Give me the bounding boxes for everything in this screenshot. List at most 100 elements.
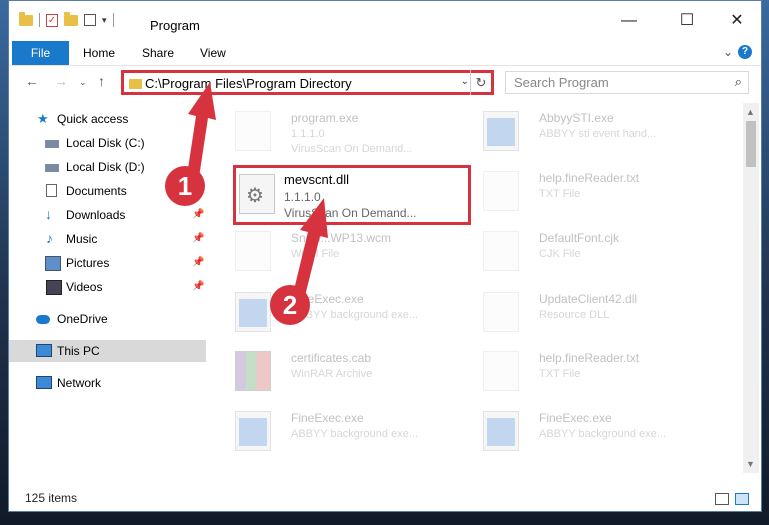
callout-2: 2 — [270, 285, 310, 325]
file-item[interactable]: certificates.cab WinRAR Archive — [209, 345, 449, 397]
nav-this-pc[interactable]: This PC — [9, 340, 206, 362]
search-input[interactable]: Search Program ⌕ — [505, 71, 749, 94]
nav-label: Local Disk (C:) — [66, 136, 145, 150]
file-item[interactable]: FineExec.exe ABBYY background exe... — [209, 286, 449, 338]
nav-label: Quick access — [57, 112, 129, 126]
scroll-thumb[interactable] — [746, 121, 756, 167]
folder-icon — [129, 79, 142, 89]
file-item[interactable]: Snow...WP13.wcm WCM File — [209, 225, 449, 277]
tab-home[interactable]: Home — [83, 46, 115, 60]
file-item[interactable]: DefaultFont.cjk CJK File — [457, 225, 697, 277]
window-title: Program — [150, 18, 200, 33]
file-item[interactable]: UpdateClient42.dll Resource DLL — [457, 286, 697, 338]
large-icons-view-icon[interactable] — [735, 493, 749, 505]
tab-file[interactable]: File — [12, 41, 69, 65]
nav-quick-access[interactable]: ★ Quick access — [9, 108, 206, 130]
nav-label: Pictures — [66, 256, 110, 270]
videos-icon — [46, 280, 62, 295]
file-type: TXT File — [539, 188, 581, 200]
file-item[interactable]: help.fineReader.txt TXT File — [457, 165, 697, 217]
customize-toolbar-icon[interactable]: ▾ — [102, 15, 107, 26]
nav-label: Documents — [66, 184, 127, 198]
tab-share[interactable]: Share — [142, 46, 174, 60]
file-name: AbbyySTI.exe — [539, 111, 614, 125]
nav-label: Videos — [66, 280, 103, 294]
file-type: ABBYY sti event hand... — [539, 128, 657, 140]
vertical-scrollbar[interactable]: ▲ ▼ — [743, 103, 759, 473]
up-icon[interactable]: ↑ — [98, 73, 105, 89]
file-item[interactable]: FineExec.exe ABBYY background exe... — [209, 405, 449, 457]
nav-downloads[interactable]: ↓ Downloads 📌 — [9, 204, 206, 226]
properties-check-icon[interactable]: ✓ — [46, 13, 58, 27]
file-description: VirusScan On Demand... — [284, 206, 417, 220]
file-type: ABBYY background exe... — [291, 309, 418, 321]
app-icon — [235, 411, 271, 451]
recent-locations-icon[interactable]: ⌄ — [79, 77, 87, 88]
tab-view[interactable]: View — [200, 46, 226, 60]
scroll-up-icon[interactable]: ▲ — [746, 107, 755, 117]
file-name: certificates.cab — [291, 351, 372, 365]
scroll-down-icon[interactable]: ▼ — [746, 459, 755, 469]
network-icon — [36, 376, 52, 389]
details-view-icon[interactable] — [715, 493, 729, 505]
search-placeholder: Search Program — [514, 75, 609, 90]
back-icon[interactable]: ← — [25, 73, 39, 89]
search-icon[interactable]: ⌕ — [735, 74, 742, 90]
archive-icon — [235, 351, 271, 391]
app-icon — [235, 292, 271, 332]
item-count: 125 items — [25, 491, 78, 505]
file-type: ABBYY background exe... — [291, 428, 418, 440]
toolbar-divider — [112, 13, 114, 27]
expand-ribbon-icon[interactable]: ⌄ — [723, 45, 733, 59]
new-folder-icon[interactable] — [64, 11, 78, 26]
file-item[interactable]: FineExec.exe ABBYY background exe... — [457, 405, 697, 457]
properties-icon[interactable] — [84, 14, 96, 26]
chevron-down-icon[interactable]: ⌄ — [461, 76, 469, 87]
folder-icon — [19, 11, 33, 26]
nav-label: Local Disk (D:) — [66, 160, 145, 174]
nav-label: Network — [57, 376, 102, 390]
pin-icon[interactable]: 📌 — [192, 276, 204, 298]
text-file-icon — [483, 171, 519, 211]
nav-onedrive[interactable]: OneDrive — [9, 308, 206, 330]
downloads-icon: ↓ — [45, 206, 52, 222]
minimize-icon[interactable]: — — [619, 11, 639, 31]
file-item[interactable]: AbbyySTI.exe ABBYY sti event hand... — [457, 105, 697, 157]
maximize-icon[interactable]: ☐ — [677, 11, 697, 31]
forward-icon[interactable]: → — [54, 73, 68, 89]
help-icon[interactable]: ? — [738, 45, 752, 59]
status-bar: 125 items — [9, 487, 761, 511]
quick-access-toolbar: ✓ ▾ — [19, 11, 114, 27]
address-row: ← → ⌄ ↑ C:\Program Files\Program Directo… — [9, 67, 761, 99]
file-name: FineExec.exe — [291, 411, 364, 425]
document-icon — [483, 231, 519, 271]
nav-videos[interactable]: Videos 📌 — [9, 276, 206, 298]
address-bar[interactable]: C:\Program Files\Program Directory ⌄ ↻ — [121, 70, 494, 95]
documents-icon — [46, 184, 57, 197]
file-description: VirusScan On Demand... — [291, 143, 413, 155]
file-item[interactable]: program.exe 1.1.1.0 VirusScan On Demand.… — [209, 105, 449, 157]
document-icon — [235, 231, 271, 271]
music-icon: ♪ — [46, 230, 53, 246]
pin-icon[interactable]: 📌 — [192, 204, 204, 226]
explorer-window: ✓ ▾ Program — ☐ ✕ File Home Share View ⌄… — [8, 0, 762, 512]
pin-icon[interactable]: 📌 — [192, 252, 204, 274]
nav-label: Downloads — [66, 208, 126, 222]
highlighted-file-item[interactable]: ⚙ mevscnt.dll 1.1.1.0 VirusScan On Deman… — [233, 165, 471, 225]
nav-network[interactable]: Network — [9, 372, 206, 394]
file-name: Snow...WP13.wcm — [291, 231, 392, 245]
close-icon[interactable]: ✕ — [727, 11, 747, 31]
file-name: mevscnt.dll — [284, 172, 350, 187]
nav-local-disk-c[interactable]: Local Disk (C:) — [9, 132, 206, 154]
refresh-icon[interactable]: ↻ — [470, 70, 491, 95]
pin-icon[interactable]: 📌 — [192, 228, 204, 250]
nav-music[interactable]: ♪ Music 📌 — [9, 228, 206, 250]
address-path[interactable]: C:\Program Files\Program Directory — [145, 76, 352, 91]
app-icon — [483, 411, 519, 451]
navigation-pane: ★ Quick access Local Disk (C:) Local Dis… — [9, 103, 209, 473]
file-item[interactable]: help.fineReader.txt TXT File — [457, 345, 697, 397]
ribbon-tabs: File Home Share View ⌄ ? — [9, 39, 761, 66]
file-type: ABBYY background exe... — [539, 428, 666, 440]
nav-pictures[interactable]: Pictures 📌 — [9, 252, 206, 274]
file-type: Resource DLL — [539, 309, 610, 321]
